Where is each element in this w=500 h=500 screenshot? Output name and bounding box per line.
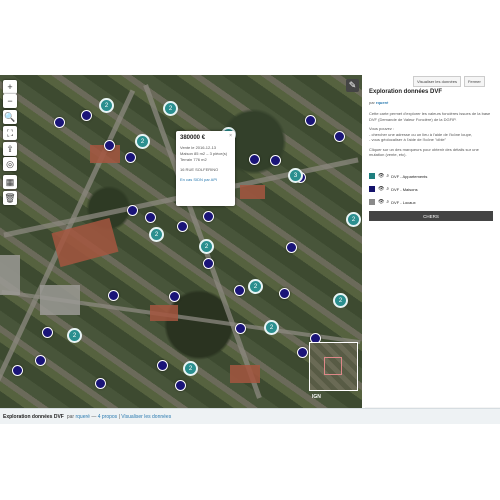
edit-pencil-icon[interactable]: ✎ — [346, 79, 359, 92]
panel-author: par rqueré — [369, 100, 388, 105]
search-icon[interactable]: 🔍 — [3, 110, 17, 124]
roof — [0, 255, 20, 295]
locate-target-icon[interactable]: ◎ — [3, 157, 17, 171]
layer-color-swatch — [369, 186, 375, 192]
popup-price: 380000 € — [180, 135, 206, 141]
panel-button-bar: Visualiser les données Fermer — [413, 76, 485, 87]
zoom-out-button[interactable]: − — [3, 94, 17, 108]
map-marker[interactable] — [54, 117, 65, 128]
author-link[interactable]: rqueré — [376, 100, 388, 105]
minimap-viewport — [324, 357, 342, 375]
map-cluster[interactable]: 2 — [346, 212, 361, 227]
map-marker[interactable] — [104, 140, 115, 151]
popup-land-info: Terrain 776 m2 — [180, 157, 207, 162]
map-marker[interactable] — [95, 378, 106, 389]
map-marker[interactable] — [12, 365, 23, 376]
map-cluster[interactable]: 2 — [163, 101, 178, 116]
popup-close-icon[interactable]: × — [229, 133, 232, 139]
fullscreen-icon[interactable]: ⛶ — [3, 126, 17, 140]
map-cluster[interactable]: 3 — [288, 168, 303, 183]
layer-label: DVF - Locaux — [391, 199, 416, 205]
map-cluster[interactable]: 2 — [199, 239, 214, 254]
panel-description: Cette carte permet d'explorer les valeur… — [369, 111, 494, 158]
zoom-layer-icon[interactable]: ⌕ — [386, 199, 389, 205]
footer-by: par — [66, 413, 75, 420]
popup-address: 16 RUE SOLFERINO — [180, 167, 219, 172]
view-data-button[interactable]: Visualiser les données — [413, 76, 461, 87]
map-marker[interactable] — [125, 152, 136, 163]
zoom-layer-icon[interactable]: ⌕ — [386, 186, 389, 192]
roof — [40, 285, 80, 315]
description-paragraph: - vous géolocaliser à l'aide de l'icône … — [369, 137, 447, 142]
roof — [150, 305, 178, 321]
map-cluster[interactable]: 2 — [149, 227, 164, 242]
map-cluster[interactable]: 2 — [135, 134, 150, 149]
map-marker[interactable] — [145, 212, 156, 223]
layer-locaux[interactable]: 👁 ⌕ DVF - Locaux — [369, 199, 416, 205]
layer-appartements[interactable]: 👁 ⌕ DVF - Appartements — [369, 173, 427, 179]
panel-title: Exploration données DVF — [369, 89, 443, 95]
roof — [240, 185, 265, 199]
map-cluster[interactable]: 2 — [248, 279, 263, 294]
eye-icon[interactable]: 👁 — [378, 173, 384, 179]
search-button[interactable]: CHERS — [369, 211, 493, 221]
map-marker[interactable] — [234, 285, 245, 296]
map-marker[interactable] — [157, 360, 168, 371]
map-marker[interactable] — [286, 242, 297, 253]
map-marker[interactable] — [249, 154, 260, 165]
footer-layers-link[interactable]: 4 propos — [98, 414, 117, 420]
map-marker[interactable] — [108, 290, 119, 301]
map-cluster[interactable]: 2 — [264, 320, 279, 335]
layer-maisons[interactable]: 👁 ⌕ DVF - Maisons — [369, 186, 418, 192]
property-popup: × 380000 € Vente le 2016-12-13 Maison 85… — [176, 131, 235, 206]
map-marker[interactable] — [297, 347, 308, 358]
footer-author-link[interactable]: rqueré — [75, 414, 89, 420]
layer-label: DVF - Maisons — [391, 186, 418, 192]
map-marker[interactable] — [235, 323, 246, 334]
map-marker[interactable] — [177, 221, 188, 232]
map-marker[interactable] — [169, 291, 180, 302]
map-marker[interactable] — [127, 205, 138, 216]
map-marker[interactable] — [305, 115, 316, 126]
trash-icon[interactable]: 🗑 — [3, 191, 17, 205]
map-marker[interactable] — [279, 288, 290, 299]
map-marker[interactable] — [270, 155, 281, 166]
layer-color-swatch — [369, 199, 375, 205]
map-marker[interactable] — [175, 380, 186, 391]
roof — [230, 365, 260, 383]
layers-icon[interactable]: ▦ — [3, 175, 17, 189]
popup-link[interactable]: En cas SIDN par API — [180, 177, 231, 183]
map-canvas[interactable]: 2 2 2 2 3 2 2 2 2 2 2 2 2 — [0, 75, 362, 408]
minimap[interactable] — [309, 342, 358, 391]
map-marker[interactable] — [81, 110, 92, 121]
close-button[interactable]: Fermer — [463, 76, 485, 87]
layer-label: DVF - Appartements — [391, 173, 428, 179]
share-icon[interactable]: ⇪ — [3, 142, 17, 156]
layer-color-swatch — [369, 173, 375, 179]
eye-icon[interactable]: 👁 — [378, 186, 384, 192]
map-marker[interactable] — [203, 258, 214, 269]
map-cluster[interactable]: 2 — [333, 293, 348, 308]
map-cluster[interactable]: 2 — [67, 328, 82, 343]
map-marker[interactable] — [334, 131, 345, 142]
eye-icon[interactable]: 👁 — [378, 199, 384, 205]
by-label: par — [369, 100, 375, 105]
map-marker[interactable] — [203, 211, 214, 222]
description-paragraph: Cliquer sur un des marqueurs pour obteni… — [369, 146, 479, 158]
side-panel-empty-area — [365, 300, 500, 408]
map-marker[interactable] — [35, 355, 46, 366]
map-cluster[interactable]: 2 — [183, 361, 198, 376]
zoom-in-button[interactable]: + — [3, 80, 17, 94]
top-blank-area — [0, 0, 500, 75]
map-cluster[interactable]: 2 — [99, 98, 114, 113]
description-paragraph: Cette carte permet d'explorer les valeur… — [369, 111, 491, 122]
map-marker[interactable] — [42, 327, 53, 338]
zoom-layer-icon[interactable]: ⌕ — [386, 173, 389, 179]
footer-separator: — — [91, 413, 97, 420]
footer-bar: Exploration données DVF par rqueré — 4 p… — [0, 408, 500, 424]
footer-title: Exploration données DVF — [3, 413, 64, 420]
footer-view-data-link[interactable]: Visualiser les données — [121, 414, 171, 420]
footer-separator: | — [118, 413, 120, 420]
map-attribution: IGN — [312, 394, 321, 400]
